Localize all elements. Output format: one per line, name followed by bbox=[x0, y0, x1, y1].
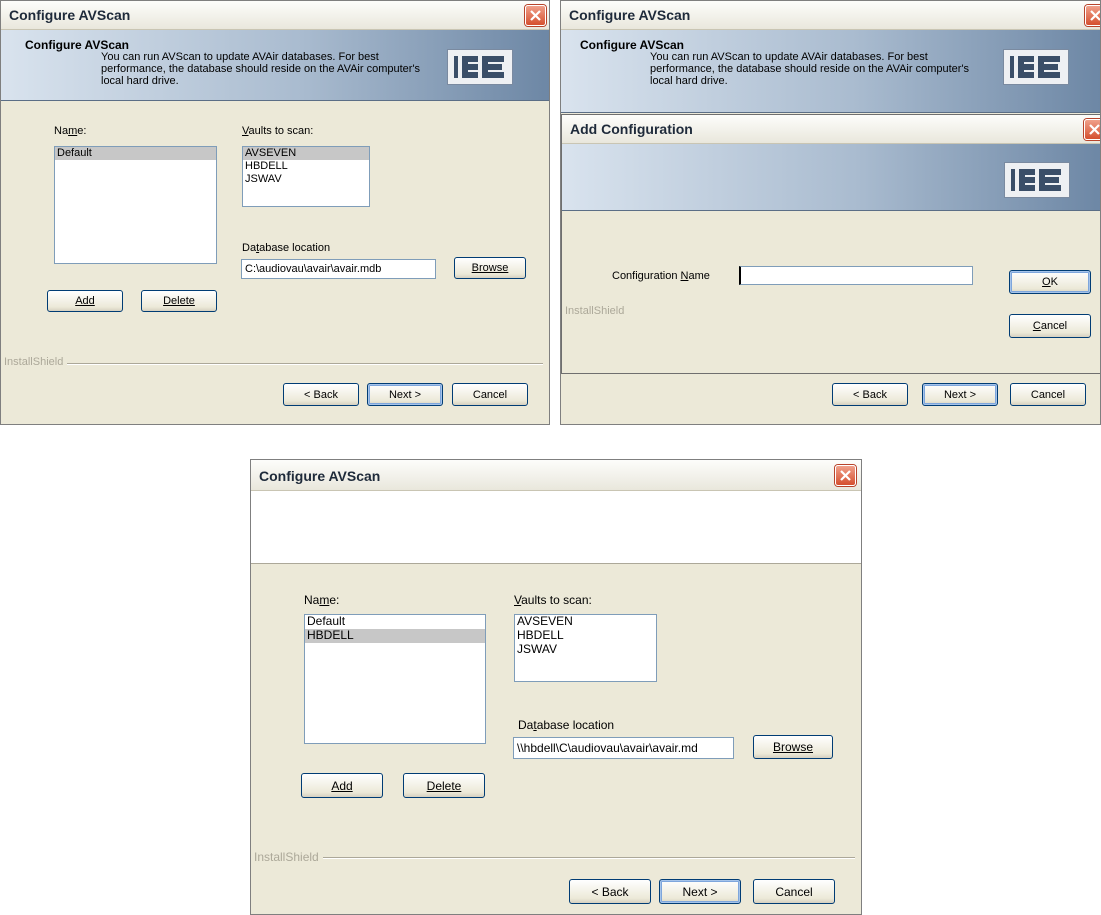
window-title: Configure AVScan bbox=[259, 468, 381, 484]
next-button[interactable]: Next > bbox=[922, 383, 998, 406]
close-icon bbox=[840, 470, 851, 481]
window-title: Configure AVScan bbox=[9, 7, 131, 23]
close-button[interactable] bbox=[1085, 5, 1100, 26]
delete-button[interactable]: Delete bbox=[403, 773, 485, 798]
close-icon bbox=[530, 10, 541, 21]
dialog-title-bar[interactable]: Add Configuration bbox=[562, 115, 1100, 144]
next-button[interactable]: Next > bbox=[367, 383, 443, 406]
add-button[interactable]: Add bbox=[301, 773, 383, 798]
title-bar[interactable]: Configure AVScan bbox=[561, 1, 1100, 30]
banner-title: Configure AVScan bbox=[25, 38, 130, 52]
header-panel bbox=[251, 491, 861, 564]
name-item-default[interactable]: Default bbox=[55, 147, 216, 160]
dialog-cancel-button[interactable]: Cancel bbox=[1009, 314, 1091, 338]
cancel-button[interactable]: Cancel bbox=[1010, 383, 1086, 406]
installshield-label: InstallShield bbox=[254, 850, 323, 864]
name-listbox[interactable]: Default HBDELL bbox=[304, 614, 486, 744]
installshield-label: InstallShield bbox=[4, 356, 68, 368]
add-button[interactable]: Add bbox=[47, 290, 123, 312]
name-item-hbdell[interactable]: HBDELL bbox=[305, 629, 485, 643]
separator bbox=[5, 363, 543, 365]
banner-description: You can run AVScan to update AVAir datab… bbox=[650, 51, 970, 87]
dialog-title: Add Configuration bbox=[570, 121, 693, 137]
database-location-input[interactable]: \\hbdell\C\audiovau\avair\avair.md bbox=[513, 737, 734, 759]
back-button[interactable]: < Back bbox=[569, 879, 651, 904]
configure-avscan-window-1: Configure AVScan Configure AVScan You ca… bbox=[0, 0, 550, 425]
vaults-listbox[interactable]: AVSEVEN HBDELL JSWAV bbox=[242, 146, 370, 207]
dialog-banner bbox=[562, 144, 1100, 211]
configure-avscan-window-2: Configure AVScan Configure AVScan You ca… bbox=[560, 0, 1101, 425]
dialog-close-button[interactable] bbox=[1084, 119, 1100, 140]
title-bar[interactable]: Configure AVScan bbox=[251, 460, 861, 491]
vault-item[interactable]: AVSEVEN bbox=[515, 615, 656, 629]
window-title: Configure AVScan bbox=[569, 7, 691, 23]
database-location-label: Database location bbox=[242, 242, 331, 254]
configuration-name-input[interactable] bbox=[739, 266, 973, 285]
header-banner: Configure AVScan You can run AVScan to u… bbox=[1, 30, 549, 101]
cancel-button[interactable]: Cancel bbox=[753, 879, 835, 904]
browse-button[interactable]: Browse bbox=[753, 735, 833, 759]
name-listbox[interactable]: Default bbox=[54, 146, 217, 264]
back-button[interactable]: < Back bbox=[283, 383, 359, 406]
database-location-label: Database location bbox=[518, 718, 615, 732]
close-icon bbox=[1089, 124, 1100, 135]
header-banner: Configure AVScan You can run AVScan to u… bbox=[561, 30, 1100, 113]
ok-button[interactable]: OK bbox=[1009, 270, 1091, 294]
next-button[interactable]: Next > bbox=[659, 879, 741, 904]
browse-button[interactable]: Browse bbox=[454, 257, 526, 279]
banner-title: Configure AVScan bbox=[580, 38, 685, 52]
name-label: Name: bbox=[304, 593, 340, 607]
vault-item[interactable]: HBDELL bbox=[243, 160, 369, 173]
back-button[interactable]: < Back bbox=[832, 383, 908, 406]
ibe-logo-icon bbox=[1003, 49, 1069, 85]
vault-item[interactable]: JSWAV bbox=[243, 173, 369, 186]
vaults-label: Vaults to scan: bbox=[242, 125, 314, 137]
ibe-logo-icon bbox=[447, 49, 513, 85]
delete-button[interactable]: Delete bbox=[141, 290, 217, 312]
add-configuration-dialog: Add Configuration Configuration Name Ins… bbox=[561, 114, 1100, 374]
configuration-name-label: Configuration Name bbox=[612, 270, 710, 282]
banner-description: You can run AVScan to update AVAir datab… bbox=[101, 51, 421, 87]
vault-item[interactable]: AVSEVEN bbox=[243, 147, 369, 160]
vaults-label: Vaults to scan: bbox=[514, 593, 592, 607]
vault-item[interactable]: HBDELL bbox=[515, 629, 656, 643]
close-button[interactable] bbox=[525, 5, 546, 26]
vaults-listbox[interactable]: AVSEVEN HBDELL JSWAV bbox=[514, 614, 657, 682]
cancel-button[interactable]: Cancel bbox=[452, 383, 528, 406]
title-bar[interactable]: Configure AVScan bbox=[1, 1, 549, 30]
vault-item[interactable]: JSWAV bbox=[515, 643, 656, 657]
ibe-logo-icon bbox=[1004, 162, 1070, 198]
configure-avscan-window-3: Configure AVScan Name: Default HBDELL Va… bbox=[250, 459, 862, 915]
separator bbox=[255, 857, 855, 859]
installshield-label: InstallShield bbox=[565, 305, 625, 317]
close-icon bbox=[1090, 10, 1100, 21]
database-location-input[interactable]: C:\audiovau\avair\avair.mdb bbox=[241, 259, 436, 279]
name-item-default[interactable]: Default bbox=[305, 615, 485, 629]
name-label: Name: bbox=[54, 125, 87, 137]
close-button[interactable] bbox=[835, 465, 856, 486]
